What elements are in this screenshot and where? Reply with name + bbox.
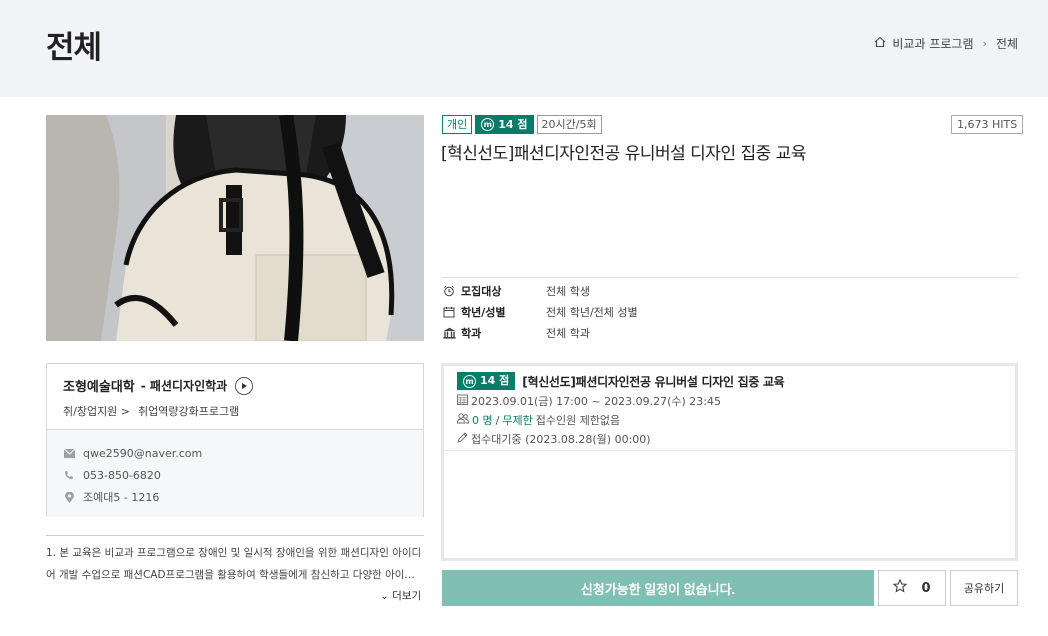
description-line: 1. 본 교육은 비교과 프로그램으로 장애인 및 일시적 장애인을 위한 패션… (46, 547, 422, 559)
schedule-panel: m 14 점 [혁신선도]패션디자인전공 유니버설 디자인 집중 교육 2023… (441, 363, 1018, 561)
bank-icon (442, 326, 456, 340)
mail-icon (63, 448, 75, 458)
share-button[interactable]: 공유하기 (950, 570, 1018, 606)
university-name: 조형예술대학 (63, 380, 135, 395)
more-label: 더보기 (392, 590, 422, 602)
schedule-title: [혁신선도]패션디자인전공 유니버설 디자인 집중 교육 (522, 374, 785, 389)
info-row-grade: 학년/성별 전체 학년/전체 성별 (442, 304, 638, 320)
contact-email: qwe2590@naver.com (63, 442, 407, 464)
schedule-apply-status: 접수대기중 (2023.08.28(월) 00:00) (457, 431, 1002, 447)
divider (442, 277, 1018, 278)
schedule-points-badge: m 14 점 (457, 372, 516, 390)
info-label: 학년/성별 (461, 306, 506, 319)
program-badges: 개인 m 14 점 20시간/5회 (442, 115, 602, 134)
schedule-points: 14 점 (480, 374, 510, 387)
program-thumbnail (46, 115, 424, 341)
breadcrumb: 비교과 프로그램 › 전체 (874, 35, 1018, 52)
info-value: 전체 학과 (546, 327, 590, 340)
phone-icon (63, 470, 75, 480)
points-badge: m 14 점 (475, 115, 534, 134)
info-label: 모집대상 (461, 285, 502, 298)
schedule-period: 2023.09.01(금) 17:00 ~ 2023.09.27(수) 23:4… (457, 393, 1002, 409)
info-value: 전체 학생 (546, 285, 590, 298)
home-icon[interactable] (874, 36, 886, 51)
location-text: 조예대5 - 1216 (83, 491, 160, 504)
subcategory-link[interactable]: 취업역량강화프로그램 (138, 403, 239, 419)
breadcrumb-item-program[interactable]: 비교과 프로그램 (892, 35, 973, 52)
like-button[interactable]: 0 (878, 570, 946, 606)
capacity-note: 접수인원 제한없음 (535, 414, 621, 427)
applicant-count: 0 명 (472, 414, 493, 427)
period-text: 2023.09.01(금) 17:00 ~ 2023.09.27(수) 23:4… (471, 395, 721, 408)
page-title: 전체 (46, 30, 102, 66)
page-header: 전체 비교과 프로그램 › 전체 (0, 0, 1048, 97)
hits-counter: 1,673 HITS (951, 115, 1024, 134)
apply-button[interactable]: 신청가능한 일정이 없습니다. (442, 570, 874, 606)
pen-icon (457, 432, 468, 446)
type-badge: 개인 (442, 115, 473, 134)
star-icon (893, 578, 908, 597)
category-link[interactable]: 취/창업지원 > (63, 403, 130, 419)
duration-badge: 20시간/5회 (536, 115, 602, 134)
mileage-icon: m (463, 374, 476, 388)
alarm-icon (442, 284, 456, 298)
contact-location: 조예대5 - 1216 (63, 486, 407, 508)
like-count: 0 (921, 580, 931, 596)
contact-section: qwe2590@naver.com 053-850-6820 조예대5 - 12… (47, 430, 423, 517)
mileage-icon: m (481, 118, 495, 131)
info-value: 전체 학년/전체 성별 (546, 306, 638, 319)
breadcrumb-item-current[interactable]: 전체 (996, 35, 1018, 52)
points-value: 14 점 (498, 118, 528, 131)
phone-text: 053-850-6820 (83, 468, 161, 482)
university-header: 조형예술대학 - 패션디자인학과 취/창업지원 > 취업역량강화프로그램 (47, 364, 423, 430)
program-description: 1. 본 교육은 비교과 프로그램으로 장애인 및 일시적 장애인을 위한 패션… (46, 542, 424, 586)
more-button[interactable]: ⌄ 더보기 (380, 588, 421, 603)
divider (46, 535, 424, 536)
chevron-right-icon: › (982, 37, 987, 50)
department-name: - 패션디자인학과 (140, 379, 228, 393)
email-text[interactable]: qwe2590@naver.com (83, 447, 202, 460)
schedule-capacity: 0 명 / 무제한 접수인원 제한없음 (457, 412, 1002, 428)
university-card: 조형예술대학 - 패션디자인학과 취/창업지원 > 취업역량강화프로그램 qwe… (46, 363, 424, 517)
info-row-target: 모집대상 전체 학생 (442, 283, 590, 299)
description-line: 어 개발 수업으로 패션CAD프로그램을 활용하여 학생들에게 참신하고 다양한… (46, 569, 424, 581)
chevron-down-icon: ⌄ (380, 590, 389, 602)
capacity-limit: 무제한 (502, 414, 533, 427)
schedule-item[interactable]: m 14 점 [혁신선도]패션디자인전공 유니버설 디자인 집중 교육 2023… (444, 366, 1015, 451)
contact-phone: 053-850-6820 (63, 464, 407, 486)
capacity-separator: / (495, 413, 500, 427)
department-link-button[interactable] (235, 376, 254, 395)
program-title: [혁신선도]패션디자인전공 유니버설 디자인 집중 교육 (441, 144, 806, 164)
map-pin-icon (63, 491, 75, 503)
info-row-dept: 학과 전체 학과 (442, 325, 590, 341)
calendar-icon (442, 305, 456, 319)
apply-status-text: 접수대기중 (2023.08.28(월) 00:00) (471, 433, 651, 446)
users-icon (457, 413, 469, 427)
calendar-grid-icon (457, 394, 468, 408)
info-label: 학과 (461, 327, 482, 340)
